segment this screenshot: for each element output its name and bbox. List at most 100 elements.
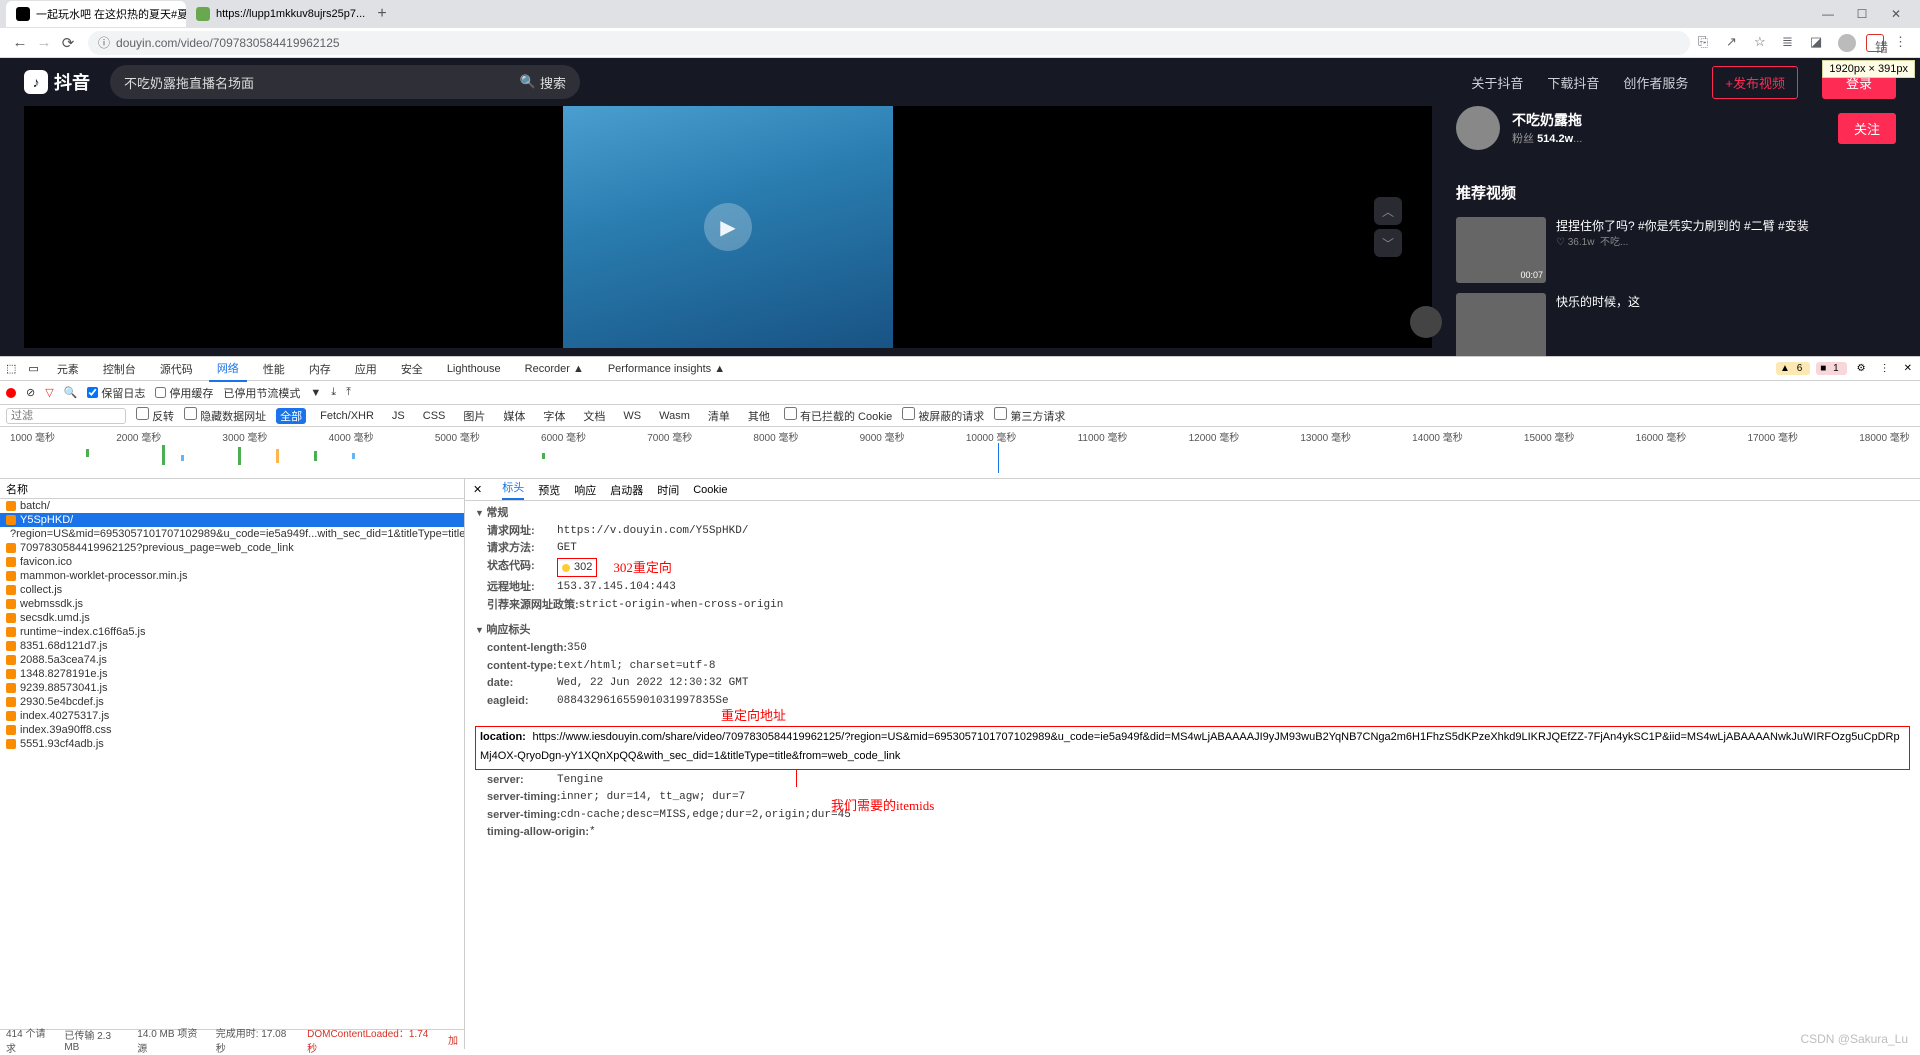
minimize-icon[interactable]: — bbox=[1818, 7, 1838, 21]
search-input[interactable]: 不吃奶露拖直播名场面 🔍 搜索 bbox=[110, 65, 580, 99]
detail-tab-timing[interactable]: 时间 bbox=[657, 482, 679, 498]
request-row[interactable]: 9239.88573041.js bbox=[0, 681, 464, 695]
inspect-icon[interactable]: ⬚ bbox=[6, 362, 16, 375]
third-party-toggle[interactable]: 第三方请求 bbox=[994, 407, 1065, 424]
request-row[interactable]: collect.js bbox=[0, 583, 464, 597]
blocked-req-toggle[interactable]: 被屏蔽的请求 bbox=[902, 407, 984, 424]
prev-video-icon[interactable]: ︿ bbox=[1374, 197, 1402, 225]
hide-data-toggle[interactable]: 隐藏数据网址 bbox=[184, 407, 266, 424]
publish-button[interactable]: +发布视频 bbox=[1712, 66, 1798, 99]
preserve-log-toggle[interactable]: 保留日志 bbox=[87, 385, 145, 401]
omnibox[interactable]: ⓘ douyin.com/video/7097830584419962125 bbox=[88, 31, 1690, 55]
request-row[interactable]: runtime~index.c16ff6a5.js bbox=[0, 625, 464, 639]
request-row[interactable]: secsdk.umd.js bbox=[0, 611, 464, 625]
info-icon[interactable]: ⓘ bbox=[98, 34, 110, 51]
nav-about[interactable]: 关于抖音 bbox=[1471, 73, 1523, 92]
rec-video-item[interactable]: 快乐的时候，这 bbox=[1456, 293, 1896, 356]
request-row[interactable]: 8351.68d121d7.js bbox=[0, 639, 464, 653]
warning-badge[interactable]: ▲ 6 bbox=[1776, 362, 1810, 375]
request-row[interactable]: batch/ bbox=[0, 499, 464, 513]
invert-toggle[interactable]: 反转 bbox=[136, 407, 174, 424]
detail-tab-initiator[interactable]: 启动器 bbox=[610, 482, 643, 498]
nav-download[interactable]: 下载抖音 bbox=[1547, 73, 1599, 92]
filter-input[interactable] bbox=[6, 408, 126, 424]
disable-cache-toggle[interactable]: 停用缓存 bbox=[155, 385, 213, 401]
filter-type[interactable]: JS bbox=[388, 410, 409, 422]
tab-performance[interactable]: 性能 bbox=[255, 357, 293, 381]
request-row[interactable]: Y5SpHKD/ bbox=[0, 513, 464, 527]
device-toggle-icon[interactable]: ▭ bbox=[28, 362, 38, 375]
request-row[interactable]: index.40275317.js bbox=[0, 709, 464, 723]
detail-tab-cookies[interactable]: Cookie bbox=[693, 484, 727, 496]
request-row[interactable]: 5551.93cf4adb.js bbox=[0, 737, 464, 751]
filter-type[interactable]: 媒体 bbox=[499, 408, 529, 424]
wifi-icon[interactable]: ⤓ bbox=[331, 386, 336, 399]
menu-icon[interactable]: ⋮ bbox=[1894, 34, 1912, 52]
search-icon[interactable]: 🔍 bbox=[64, 386, 78, 399]
tab-recorder[interactable]: Recorder ▲ bbox=[517, 359, 592, 379]
install-icon[interactable]: ⎘ bbox=[1698, 34, 1716, 52]
nav-creator[interactable]: 创作者服务 bbox=[1623, 73, 1688, 92]
network-timeline[interactable]: 1000 毫秒2000 毫秒3000 毫秒4000 毫秒5000 毫秒6000 … bbox=[0, 427, 1920, 479]
request-row[interactable]: webmssdk.js bbox=[0, 597, 464, 611]
error-button[interactable]: 错误 bbox=[1866, 34, 1884, 52]
share-icon[interactable]: ↗ bbox=[1726, 34, 1744, 52]
blocked-cookie-toggle[interactable]: 有已拦截的 Cookie bbox=[784, 407, 892, 424]
apps-icon[interactable]: ≣ bbox=[1782, 34, 1800, 52]
ext-icon[interactable]: ◪ bbox=[1810, 34, 1828, 52]
follow-button[interactable]: 关注 bbox=[1838, 113, 1896, 144]
upload-icon[interactable]: ⤒ bbox=[346, 386, 351, 399]
request-row[interactable]: 2088.5a3cea74.js bbox=[0, 653, 464, 667]
request-row[interactable]: 7097830584419962125?previous_page=web_co… bbox=[0, 541, 464, 555]
video-frame[interactable]: ▶ bbox=[563, 106, 893, 348]
filter-all[interactable]: 全部 bbox=[276, 408, 306, 424]
filter-type[interactable]: WS bbox=[619, 410, 645, 422]
response-headers-section[interactable]: 响应标头 bbox=[475, 622, 1910, 640]
settings-icon[interactable]: ⚙ bbox=[1853, 362, 1870, 375]
browser-tab[interactable]: https://lupp1mkkuv8ujrs25p7... × bbox=[186, 1, 366, 27]
maximize-icon[interactable]: ☐ bbox=[1852, 7, 1872, 21]
new-tab-button[interactable]: + bbox=[372, 4, 392, 24]
clear-icon[interactable]: ⊘ bbox=[26, 386, 35, 399]
detail-tab-preview[interactable]: 预览 bbox=[538, 482, 560, 498]
douyin-logo[interactable]: ♪ 抖音 bbox=[24, 69, 90, 95]
request-row[interactable]: ?region=US&mid=6953057101707102989&u_cod… bbox=[0, 527, 464, 541]
creator-avatar[interactable] bbox=[1456, 106, 1500, 150]
filter-type[interactable]: 图片 bbox=[459, 408, 489, 424]
browser-tab-active[interactable]: 一起玩水吧 在这炽热的夏天#夏日 × bbox=[6, 1, 186, 27]
filter-type[interactable]: Wasm bbox=[655, 410, 694, 422]
rec-video-item[interactable]: 00:07 捏捏住你了吗? #你是凭实力刷到的 #二臂 #变装 ♡ 36.1w … bbox=[1456, 217, 1896, 283]
menu-icon[interactable]: ⋮ bbox=[1876, 362, 1894, 375]
detail-tab-response[interactable]: 响应 bbox=[574, 482, 596, 498]
request-row[interactable]: mammon-worklet-processor.min.js bbox=[0, 569, 464, 583]
tab-lighthouse[interactable]: Lighthouse bbox=[439, 359, 509, 379]
play-icon[interactable]: ▶ bbox=[704, 203, 752, 251]
filter-type[interactable]: 文档 bbox=[579, 408, 609, 424]
filter-icon[interactable]: ▽ bbox=[45, 386, 53, 399]
star-icon[interactable]: ☆ bbox=[1754, 34, 1772, 52]
filter-type[interactable]: 字体 bbox=[539, 408, 569, 424]
profile-avatar[interactable] bbox=[1838, 34, 1856, 52]
general-section[interactable]: 常规 bbox=[475, 505, 1910, 523]
close-icon[interactable]: ✕ bbox=[1886, 7, 1906, 21]
tab-sources[interactable]: 源代码 bbox=[152, 357, 201, 381]
feedback-icon[interactable] bbox=[1410, 306, 1442, 338]
reload-icon[interactable]: ⟳ bbox=[56, 34, 80, 52]
request-row[interactable]: index.39a90ff8.css bbox=[0, 723, 464, 737]
filter-type[interactable]: 其他 bbox=[744, 408, 774, 424]
close-details-icon[interactable]: ✕ bbox=[473, 483, 482, 496]
creator-name[interactable]: 不吃奶露拖 bbox=[1512, 110, 1582, 130]
close-icon[interactable]: ✕ bbox=[1900, 362, 1916, 375]
error-badge[interactable]: ■ 1 bbox=[1816, 362, 1846, 375]
detail-tab-headers[interactable]: 标头 bbox=[502, 479, 524, 500]
next-video-icon[interactable]: ﹀ bbox=[1374, 229, 1402, 257]
tab-application[interactable]: 应用 bbox=[347, 357, 385, 381]
tab-perfinsights[interactable]: Performance insights ▲ bbox=[600, 359, 733, 379]
request-row[interactable]: 2930.5e4bcdef.js bbox=[0, 695, 464, 709]
request-row[interactable]: favicon.ico bbox=[0, 555, 464, 569]
filter-type[interactable]: Fetch/XHR bbox=[316, 410, 378, 422]
filter-type[interactable]: 清单 bbox=[704, 408, 734, 424]
name-column-header[interactable]: 名称 bbox=[0, 479, 464, 499]
tab-network[interactable]: 网络 bbox=[209, 356, 247, 382]
throttle-select[interactable]: 已停用节流模式 bbox=[223, 385, 300, 401]
